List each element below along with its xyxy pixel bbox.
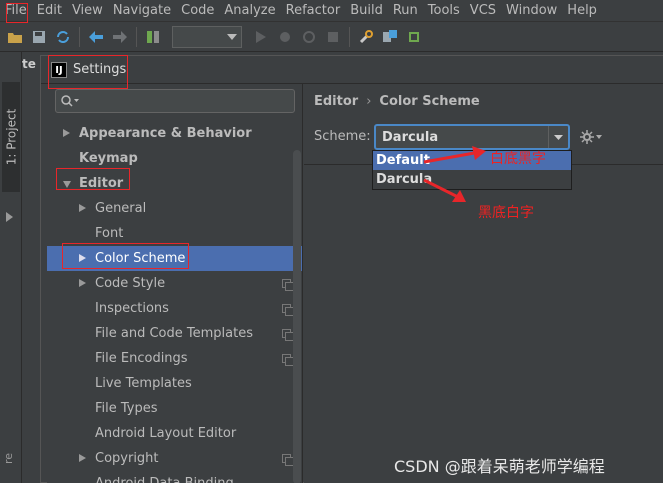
project-scope-icon <box>282 454 294 466</box>
tree-item[interactable]: Live Templates <box>47 371 302 396</box>
forward-arrow-icon[interactable] <box>109 26 131 48</box>
project-scope-icon <box>282 329 294 341</box>
run-config-combo[interactable] <box>172 25 242 48</box>
menu-build[interactable]: Build <box>345 0 388 22</box>
open-folder-icon[interactable] <box>4 26 26 48</box>
chevron-down-icon <box>596 135 602 139</box>
settings-tree-panel: Appearance & Behavior Keymap Editor General… <box>47 84 303 483</box>
breadcrumb-separator: › <box>366 94 372 109</box>
main-toolbar <box>0 22 663 52</box>
project-tab-label: 1: Project <box>4 108 18 166</box>
annotation-box-settings <box>48 55 128 89</box>
tree-item-label: Android Data Binding <box>95 471 234 483</box>
menu-help[interactable]: Help <box>562 0 602 22</box>
tree-item-label: Inspections <box>95 301 169 316</box>
tree-item-label: Code Style <box>95 276 166 291</box>
tree-item-label: Live Templates <box>95 376 192 391</box>
tree-item[interactable]: Inspections <box>47 296 302 321</box>
tree-item-label: Android Layout Editor <box>95 426 237 441</box>
settings-wrench-icon[interactable] <box>355 26 377 48</box>
annotation-default-note: 白底黑字 <box>490 151 546 167</box>
menu-analyze[interactable]: Analyze <box>219 0 280 22</box>
binary-build-icon[interactable] <box>142 26 164 48</box>
android-sdk-icon[interactable] <box>403 26 425 48</box>
tree-item[interactable]: Appearance & Behavior <box>47 121 302 146</box>
gear-icon <box>580 130 594 144</box>
project-scope-icon <box>282 304 294 316</box>
tree-item-label: File and Code Templates <box>95 326 253 341</box>
toolbar-separator <box>349 26 350 47</box>
menu-tools[interactable]: Tools <box>423 0 465 22</box>
project-scope-icon <box>282 279 294 291</box>
menu-code[interactable]: Code <box>176 0 219 22</box>
tree-item-label: Appearance & Behavior <box>79 126 252 141</box>
settings-dialog: IJ Settings Appearance & Behavior Keymap E… <box>40 55 663 483</box>
tree-item-label: File Encodings <box>95 351 188 366</box>
debug-icon[interactable] <box>274 26 296 48</box>
tree-item-label: Copyright <box>95 451 159 466</box>
toolbar-separator <box>136 26 137 47</box>
annotation-box-editor <box>56 168 130 190</box>
search-icon <box>61 95 79 107</box>
left-tool-strip: 1: Project re <box>0 52 22 483</box>
annotation-box-color-scheme <box>62 243 189 269</box>
tree-item-label: General <box>95 201 147 216</box>
tree-item[interactable]: File and Code Templates <box>47 321 302 346</box>
menu-view[interactable]: View <box>67 0 108 22</box>
sync-icon[interactable] <box>52 26 74 48</box>
tree-item[interactable]: File Types <box>47 396 302 421</box>
menu-vcs[interactable]: VCS <box>465 0 501 22</box>
breadcrumb-current: Color Scheme <box>379 94 480 109</box>
menu-bar: File Edit View Navigate Code Analyze Ref… <box>0 0 663 22</box>
chevron-down-icon <box>554 134 563 140</box>
scheme-dropdown-button[interactable] <box>548 126 568 148</box>
project-structure-icon[interactable] <box>379 26 401 48</box>
save-icon[interactable] <box>28 26 50 48</box>
tree-item[interactable]: Code Style <box>47 271 302 296</box>
editor-tab-label[interactable]: te <box>22 52 40 76</box>
stop-icon[interactable] <box>322 26 344 48</box>
tree-scrollbar[interactable] <box>293 150 301 483</box>
menu-edit[interactable]: Edit <box>32 0 67 22</box>
coverage-icon[interactable] <box>298 26 320 48</box>
annotation-box-file <box>6 3 28 23</box>
settings-search-input[interactable] <box>55 89 295 113</box>
bottom-strip-label: re <box>2 452 15 464</box>
project-scope-icon <box>282 354 294 366</box>
chevron-down-icon <box>227 33 237 40</box>
back-arrow-icon[interactable] <box>85 26 107 48</box>
menu-run[interactable]: Run <box>388 0 423 22</box>
ide-window: File Edit View Navigate Code Analyze Ref… <box>0 0 663 483</box>
chevron-right-icon[interactable] <box>63 129 70 137</box>
menu-navigate[interactable]: Navigate <box>108 0 176 22</box>
expand-arrow-icon[interactable] <box>6 212 13 222</box>
watermark: CSDN @跟着呆萌老师学编程 <box>394 457 605 476</box>
tree-item[interactable]: Android Layout Editor <box>47 421 302 446</box>
tree-item[interactable]: Android Data Binding <box>47 471 302 483</box>
chevron-right-icon[interactable] <box>79 279 86 287</box>
dialog-title-bar: IJ Settings <box>41 56 663 84</box>
breadcrumb: Editor › Color Scheme <box>314 94 480 109</box>
menu-window[interactable]: Window <box>501 0 562 22</box>
breadcrumb-parent[interactable]: Editor <box>314 94 358 109</box>
run-icon[interactable] <box>250 26 272 48</box>
tree-item[interactable]: Copyright <box>47 446 302 471</box>
tree-item-label: File Types <box>95 401 158 416</box>
tree-item[interactable]: General <box>47 196 302 221</box>
menu-refactor[interactable]: Refactor <box>281 0 346 22</box>
project-tool-tab[interactable]: 1: Project <box>2 82 20 192</box>
annotation-darcula-note: 黑底白字 <box>478 205 534 221</box>
chevron-right-icon[interactable] <box>79 204 86 212</box>
toolbar-separator <box>79 26 80 47</box>
scheme-gear-button[interactable] <box>580 128 610 146</box>
scheme-label: Scheme: <box>314 129 371 144</box>
tree-item[interactable]: File Encodings <box>47 346 302 371</box>
chevron-right-icon[interactable] <box>79 454 86 462</box>
